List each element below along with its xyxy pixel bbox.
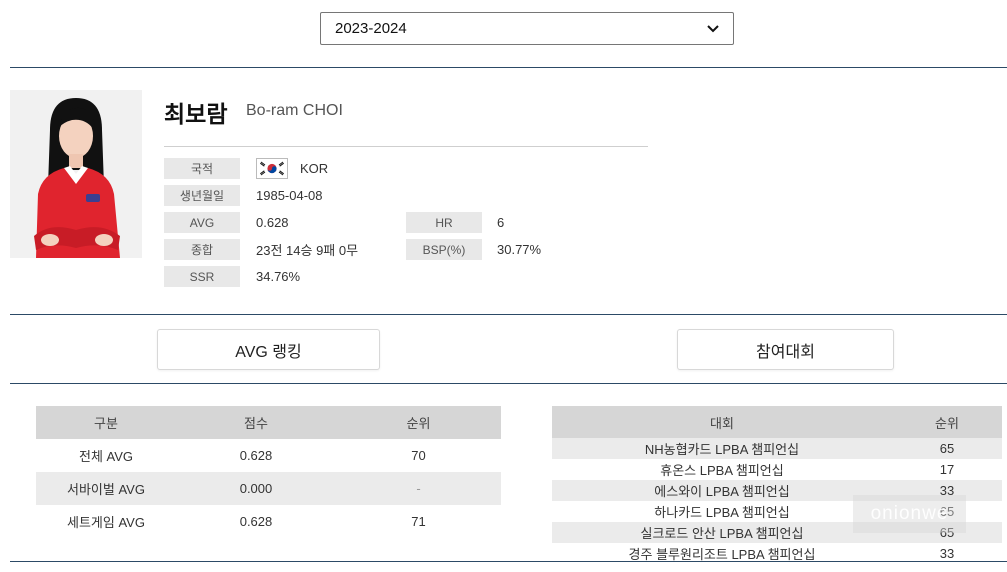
bsp-label: BSP(%) <box>406 239 482 260</box>
header-category: 구분 <box>36 406 176 439</box>
nationality-value: KOR <box>300 161 329 176</box>
cell-category: 세트게임 AVG <box>67 515 145 530</box>
cell-competition: NH농협카드 LPBA 챔피언십 <box>552 438 892 459</box>
chevron-down-icon <box>707 21 719 36</box>
birth-value: 1985-04-08 <box>256 188 323 203</box>
cell-category: 서바이벌 AVG <box>36 472 176 505</box>
avg-ranking-table: 구분 점수 순위 전체 AVG 0.628 70 서바이벌 AVG 0.000 … <box>36 406 501 538</box>
avg-label: AVG <box>164 212 240 233</box>
season-select-value: 2023-2024 <box>335 20 407 37</box>
divider-middle <box>10 314 1007 315</box>
table-row[interactable]: NH농협카드 LPBA 챔피언십 65 <box>552 438 1002 459</box>
nationality-label: 국적 <box>164 158 240 179</box>
player-name-ko: 최보람 <box>164 101 228 127</box>
header-competition: 대회 <box>552 406 892 438</box>
ssr-value: 34.76% <box>256 269 301 284</box>
record-label: 종합 <box>164 239 240 260</box>
table-header-row: 구분 점수 순위 <box>36 406 501 439</box>
cell-rank: 17 <box>939 462 955 477</box>
bsp-value: 30.77% <box>497 242 542 257</box>
player-photo <box>10 90 142 258</box>
watermark: onionwe <box>853 495 966 533</box>
table-row[interactable]: 휴온스 LPBA 챔피언십 17 <box>552 459 1002 480</box>
divider-tabs <box>10 383 1007 384</box>
cell-competition: 실크로드 안산 LPBA 챔피언십 <box>552 522 892 543</box>
cell-rank: 65 <box>892 438 1002 459</box>
cell-score: 0.628 <box>239 514 273 529</box>
header-rank: 순위 <box>892 406 1002 438</box>
hr-value: 6 <box>497 215 505 230</box>
divider-top <box>10 67 1007 68</box>
cell-rank: - <box>336 472 501 505</box>
table-row: 전체 AVG 0.628 70 <box>36 439 501 472</box>
table-row: 세트게임 AVG 0.628 71 <box>36 505 501 538</box>
table-row: 서바이벌 AVG 0.000 - <box>36 472 501 505</box>
record-value: 23전 14승 9패 0무 <box>256 243 359 258</box>
table-header-row: 대회 순위 <box>552 406 1002 438</box>
cell-competition: 에스와이 LPBA 챔피언십 <box>552 480 892 501</box>
header-rank: 순위 <box>336 406 501 439</box>
tab-competitions[interactable]: 참여대회 <box>677 329 894 370</box>
cell-competition: 휴온스 LPBA 챔피언십 <box>660 463 784 478</box>
divider-bottom <box>10 561 1007 562</box>
cell-score: 0.628 <box>239 448 273 463</box>
cell-score: 0.000 <box>176 472 336 505</box>
player-name-en: Bo-ram CHOI <box>246 102 343 119</box>
cell-rank: 70 <box>411 448 426 463</box>
cell-competition: 하나카드 LPBA 챔피언십 <box>654 505 790 520</box>
ssr-label: SSR <box>164 266 240 287</box>
korea-flag-icon <box>256 158 288 179</box>
header-score: 점수 <box>176 406 336 439</box>
birth-label: 생년월일 <box>164 185 240 206</box>
cell-category: 전체 AVG <box>78 449 134 464</box>
avg-value: 0.628 <box>256 215 289 230</box>
hr-label: HR <box>406 212 482 233</box>
competitions-table: 대회 순위 NH농협카드 LPBA 챔피언십 65 휴온스 LPBA 챔피언십 … <box>552 406 1002 564</box>
cell-rank: 71 <box>411 514 426 529</box>
tab-avg-ranking[interactable]: AVG 랭킹 <box>157 329 380 370</box>
name-divider <box>164 146 648 147</box>
season-select[interactable]: 2023-2024 <box>320 12 734 45</box>
